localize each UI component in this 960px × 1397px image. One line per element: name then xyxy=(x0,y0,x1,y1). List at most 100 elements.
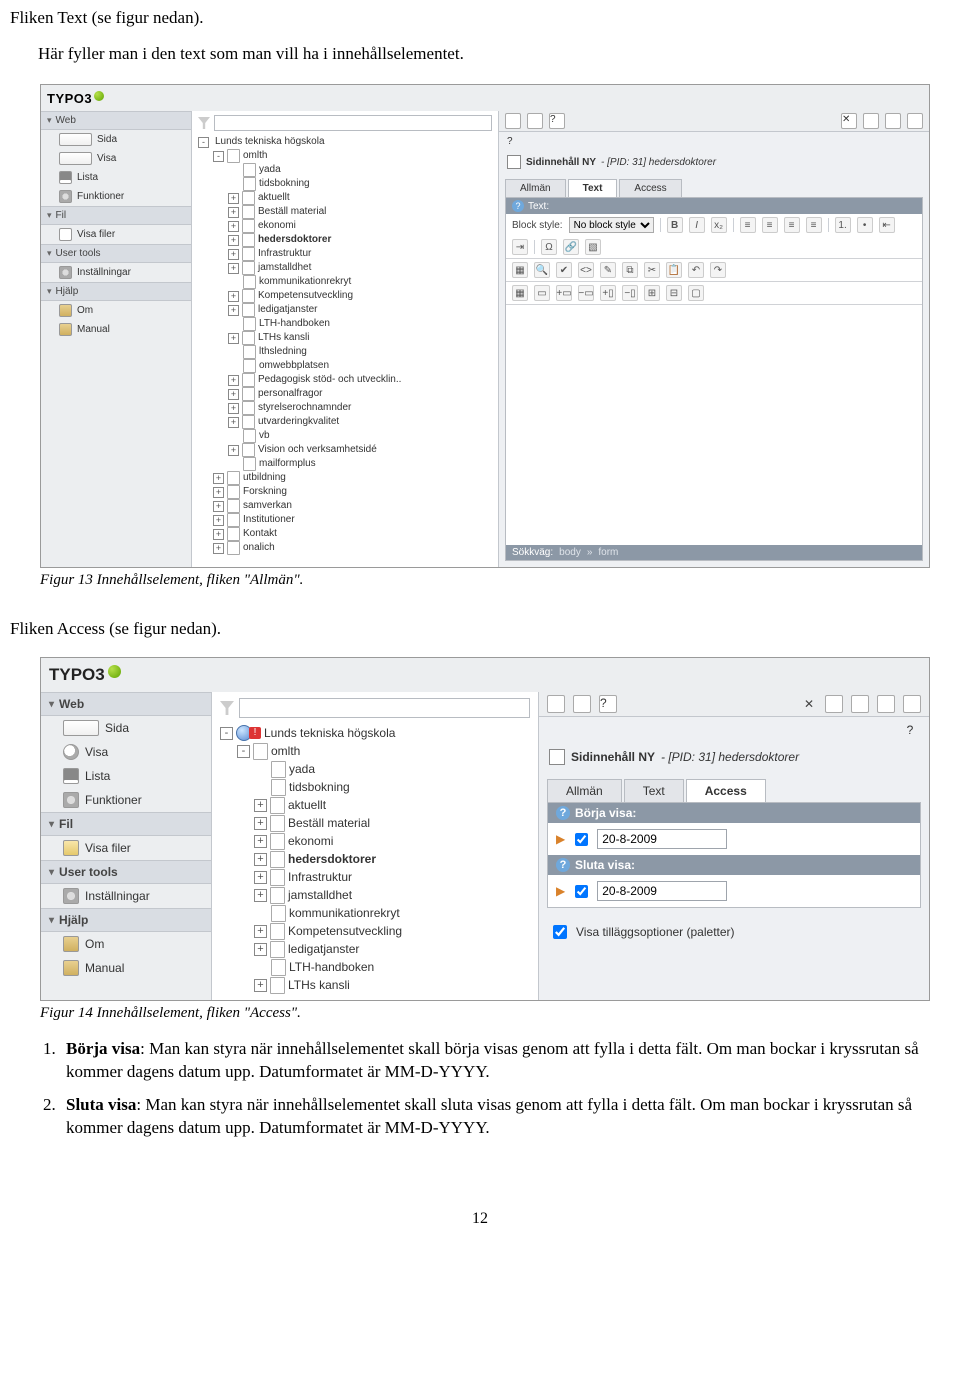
nav-item-sida[interactable]: Sida xyxy=(41,716,211,740)
nav-item-funktioner[interactable]: Funktioner xyxy=(41,788,211,812)
expand-box-icon[interactable]: + xyxy=(254,853,267,866)
expand-box-icon[interactable]: + xyxy=(213,543,224,554)
image-icon[interactable]: ▧ xyxy=(585,239,601,255)
expand-box-icon[interactable]: + xyxy=(228,417,239,428)
tab-text[interactable]: Text xyxy=(624,779,684,802)
tree-row[interactable]: +Kontakt xyxy=(198,527,492,541)
help-icon[interactable]: ? xyxy=(901,721,919,739)
page-tree[interactable]: -Lunds tekniska högskola-omlthyadatidsbo… xyxy=(198,135,492,555)
unordered-list-icon[interactable]: • xyxy=(857,217,873,233)
tree-row[interactable]: +onalich xyxy=(198,541,492,555)
tree-row[interactable]: +Infrastruktur xyxy=(220,868,530,886)
filter-icon[interactable] xyxy=(220,701,234,715)
refresh-icon[interactable] xyxy=(547,695,565,713)
nav-item-visa[interactable]: Visa xyxy=(41,149,191,168)
nav-item-visa-filer[interactable]: Visa filer xyxy=(41,225,191,244)
info-icon[interactable]: ? xyxy=(556,858,570,872)
find-icon[interactable]: 🔍 xyxy=(534,262,550,278)
expand-box-icon[interactable]: + xyxy=(228,193,239,204)
insert-col-icon[interactable]: +▯ xyxy=(600,285,616,301)
expand-box-icon[interactable]: + xyxy=(254,817,267,830)
tree-row[interactable]: +utbildning xyxy=(198,471,492,485)
tree-row[interactable]: +Vision och verksamhetsidé xyxy=(198,443,492,457)
expand-box-icon[interactable]: - xyxy=(213,151,224,162)
tree-row[interactable]: +Infrastruktur xyxy=(198,247,492,261)
close-icon[interactable]: ✕ xyxy=(801,696,817,712)
expand-box-icon[interactable]: + xyxy=(254,835,267,848)
path-form[interactable]: form xyxy=(598,547,618,558)
tree-row[interactable]: yada xyxy=(220,760,530,778)
extra-options-checkbox[interactable] xyxy=(553,925,567,939)
expand-box-icon[interactable]: + xyxy=(213,501,224,512)
outdent-icon[interactable]: ⇤ xyxy=(879,217,895,233)
expand-box-icon[interactable]: + xyxy=(213,473,224,484)
nav-item-visa-filer[interactable]: Visa filer xyxy=(41,836,211,860)
source-icon[interactable]: <> xyxy=(578,262,594,278)
begin-show-date[interactable] xyxy=(597,829,727,849)
tree-row[interactable]: yada xyxy=(198,163,492,177)
nav-item-installningar[interactable]: Inställningar xyxy=(41,884,211,908)
tab-access[interactable]: Access xyxy=(619,179,681,197)
tree-row[interactable]: vb xyxy=(198,429,492,443)
special-char-icon[interactable]: Ω xyxy=(541,239,557,255)
expand-box-icon[interactable]: + xyxy=(254,799,267,812)
table-icon[interactable]: ▦ xyxy=(512,262,528,278)
tree-row[interactable]: -omlth xyxy=(220,742,530,760)
save-new-icon[interactable] xyxy=(907,113,923,129)
align-left-icon[interactable]: ≡ xyxy=(740,217,756,233)
expand-box-icon[interactable]: - xyxy=(198,137,209,148)
expand-box-icon[interactable]: + xyxy=(254,943,267,956)
tree-row[interactable]: mailformplus xyxy=(198,457,492,471)
tree-row[interactable]: LTH-handboken xyxy=(220,958,530,976)
italic-icon[interactable]: I xyxy=(689,217,705,233)
tree-row[interactable]: +ledigatjanster xyxy=(220,940,530,958)
expand-box-icon[interactable]: + xyxy=(228,333,239,344)
page-tree[interactable]: -!Lunds tekniska högskola-omlthyadatidsb… xyxy=(220,724,530,994)
tab-allman[interactable]: Allmän xyxy=(505,179,566,197)
align-right-icon[interactable]: ≡ xyxy=(784,217,800,233)
block-style-select[interactable]: No block style xyxy=(569,217,654,233)
expand-box-icon[interactable]: + xyxy=(213,515,224,526)
tree-row[interactable]: +styrelserochnamnder xyxy=(198,401,492,415)
tree-row[interactable]: +utvarderingkvalitet xyxy=(198,415,492,429)
nav-item-visa[interactable]: Visa xyxy=(41,740,211,764)
tree-row[interactable]: tidsbokning xyxy=(198,177,492,191)
tree-row[interactable]: +ekonomi xyxy=(198,219,492,233)
tree-row[interactable]: LTH-handboken xyxy=(198,317,492,331)
tree-row[interactable]: +hedersdoktorer xyxy=(198,233,492,247)
expand-box-icon[interactable]: + xyxy=(228,249,239,260)
tree-row[interactable]: +ekonomi xyxy=(220,832,530,850)
tree-row[interactable]: +personalfragor xyxy=(198,387,492,401)
link-icon[interactable]: 🔗 xyxy=(563,239,579,255)
tree-row[interactable]: +LTHs kansli xyxy=(198,331,492,345)
align-center-icon[interactable]: ≡ xyxy=(762,217,778,233)
close-icon[interactable]: ✕ xyxy=(841,113,857,129)
tree-row[interactable]: kommunikationrekryt xyxy=(198,275,492,289)
nav-group-hjalp[interactable]: Hjälp xyxy=(41,282,191,301)
tree-row[interactable]: +jamstalldhet xyxy=(220,886,530,904)
begin-show-checkbox[interactable] xyxy=(575,833,588,846)
nav-item-lista[interactable]: Lista xyxy=(41,168,191,187)
tab-text[interactable]: Text xyxy=(568,179,618,197)
expand-box-icon[interactable]: + xyxy=(228,445,239,456)
nav-item-manual[interactable]: Manual xyxy=(41,320,191,339)
nav-group-hjalp[interactable]: Hjälp xyxy=(41,908,211,932)
tab-access[interactable]: Access xyxy=(686,779,766,802)
nav-item-om[interactable]: Om xyxy=(41,932,211,956)
tree-row[interactable]: +Pedagogisk stöd- och utvecklin.. xyxy=(198,373,492,387)
tree-row[interactable]: -!Lunds tekniska högskola xyxy=(220,724,530,742)
nav-group-web[interactable]: Web xyxy=(41,111,191,130)
expand-box-icon[interactable]: - xyxy=(220,727,233,740)
expand-box-icon[interactable]: + xyxy=(254,889,267,902)
nav-item-om[interactable]: Om xyxy=(41,301,191,320)
subscript-icon[interactable]: x₂ xyxy=(711,217,727,233)
align-justify-icon[interactable]: ≡ xyxy=(806,217,822,233)
cell-props-icon[interactable]: ▢ xyxy=(688,285,704,301)
info-icon[interactable]: ? xyxy=(556,806,570,820)
copy-icon[interactable]: ⧉ xyxy=(622,262,638,278)
clean-icon[interactable]: ✎ xyxy=(600,262,616,278)
tree-row[interactable]: +Forskning xyxy=(198,485,492,499)
tree-row[interactable]: kommunikationrekryt xyxy=(220,904,530,922)
expand-icon[interactable]: ▶ xyxy=(556,884,565,898)
expand-box-icon[interactable]: + xyxy=(228,263,239,274)
